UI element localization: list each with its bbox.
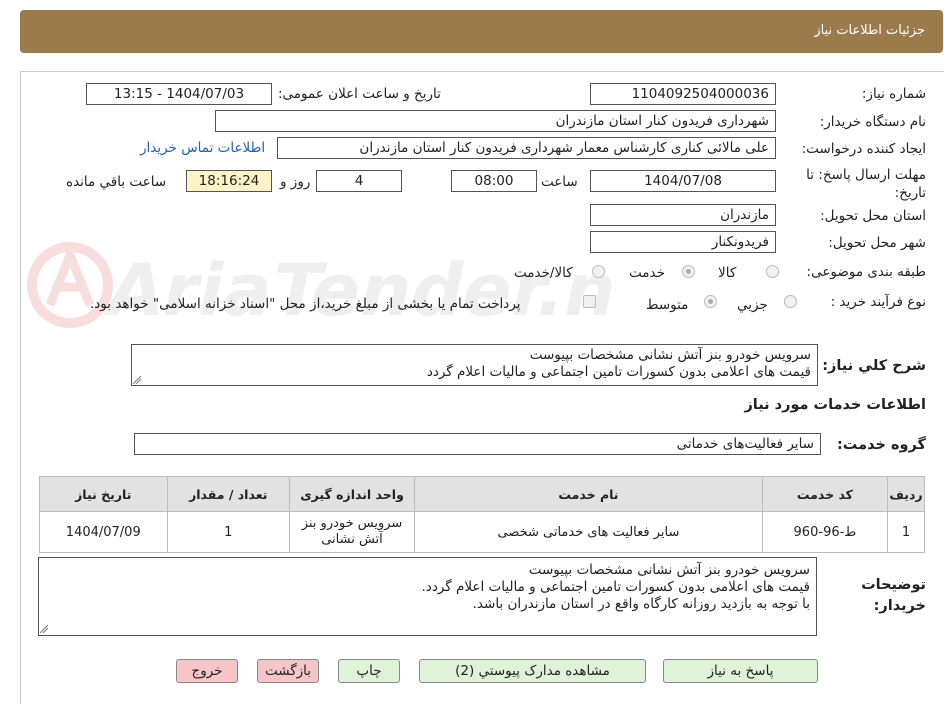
- service-group-field: سایر فعالیت‌های خدماتی: [134, 433, 821, 455]
- buyer-notes-line-3: با توجه به بازدید روزانه کارگاه واقع در …: [472, 596, 810, 612]
- col-qty: تعداد / مقدار: [166, 476, 290, 512]
- service-group-label: گروه خدمت:: [836, 437, 926, 453]
- city-label: شهر محل تحویل:: [828, 235, 926, 251]
- announce-date-label: تاریخ و ساعت اعلان عمومی:: [278, 86, 441, 102]
- deadline-time-field: 08:00: [451, 170, 537, 192]
- buyer-notes-line-1: سرویس خودرو بنز آتش نشانی مشخصات بپیوست: [528, 562, 810, 578]
- province-label: استان محل تحویل:: [820, 208, 926, 224]
- description-label: شرح کلي نياز:: [822, 358, 926, 374]
- table-row: 1 ط-96-960 سایر فعالیت های خدماتی شخصی س…: [39, 511, 925, 553]
- deadline-time-label: ساعت: [541, 174, 578, 190]
- category-radio-goods[interactable]: [766, 265, 779, 278]
- need-number-field: 1104092504000036: [590, 83, 776, 105]
- buyer-org-field: شهرداری فریدون کنار استان مازندران: [215, 110, 776, 132]
- buyer-org-label: نام دستگاه خریدار:: [819, 114, 926, 130]
- services-table: ردیف کد خدمت نام خدمت واحد اندازه گیری ت…: [39, 476, 925, 553]
- cell-date: 1404/07/09: [39, 511, 168, 553]
- process-radio-medium[interactable]: [704, 295, 717, 308]
- watermark-logo: AriaTender.neT: [27, 242, 615, 333]
- buyer-contact-link[interactable]: اطلاعات تماس خریدار: [140, 140, 265, 156]
- col-code: کد خدمت: [761, 476, 889, 512]
- exit-button[interactable]: خروج: [176, 659, 238, 683]
- col-row: ردیف: [887, 476, 925, 512]
- process-option-medium: متوسط: [646, 297, 689, 313]
- province-field: مازندران: [590, 204, 776, 226]
- category-option-goods-service: کالا/خدمت: [514, 265, 573, 281]
- cell-code: ط-96-960: [761, 511, 889, 553]
- days-remaining-field: 4: [316, 170, 402, 192]
- need-number-label: شماره نیاز:: [861, 86, 926, 102]
- category-option-goods: کالا: [718, 265, 737, 281]
- deadline-label: مهلت ارسال پاسخ: تا تاریخ:: [806, 167, 926, 201]
- table-header-row: ردیف کد خدمت نام خدمت واحد اندازه گیری ت…: [39, 476, 925, 512]
- page-title: جزئیات اطلاعات نیاز: [814, 23, 925, 38]
- category-option-service: خدمت: [629, 265, 665, 281]
- description-line-1: سرویس خودرو بنز آتش نشانی مشخصات بپیوست: [529, 347, 811, 363]
- days-label: روز و: [280, 174, 311, 190]
- treasury-payment-note: پرداخت تمام یا بخشی از مبلغ خرید،از محل …: [90, 296, 521, 312]
- process-radio-minor[interactable]: [784, 295, 797, 308]
- cell-name: سایر فعالیت های خدماتی شخصی: [414, 511, 763, 553]
- category-label: طبقه بندی موضوعی:: [806, 264, 926, 280]
- requester-field: علی مالائی کناری کارشناس معمار شهرداری ف…: [277, 137, 776, 159]
- page-header: جزئیات اطلاعات نیاز: [20, 10, 943, 53]
- services-section-title: اطلاعات خدمات مورد نیاز: [744, 397, 926, 413]
- cell-row: 1: [887, 511, 925, 553]
- description-line-2: قیمت های اعلامی بدون کسورات تامین اجتماع…: [426, 364, 811, 380]
- col-date: تاریخ نیاز: [39, 476, 168, 512]
- reply-button[interactable]: پاسخ به نیاز: [663, 659, 818, 683]
- buyer-notes-line-2: قیمت های اعلامی بدون کسورات تامین اجتماع…: [421, 579, 810, 595]
- treasury-payment-checkbox[interactable]: [583, 295, 596, 308]
- notes-resize-grip-icon[interactable]: [40, 625, 48, 633]
- city-field: فریدونکنار: [590, 231, 776, 253]
- deadline-date-field: 1404/07/08: [590, 170, 776, 192]
- print-button[interactable]: چاپ: [338, 659, 400, 683]
- resize-grip-icon[interactable]: [133, 376, 141, 384]
- description-textarea[interactable]: سرویس خودرو بنز آتش نشانی مشخصات بپیوست …: [131, 344, 818, 386]
- buyer-notes-label: توضیحات خریدار:: [861, 577, 926, 614]
- process-option-minor: جزيي: [737, 297, 768, 313]
- cell-qty: 1: [166, 511, 290, 553]
- svg-text:AriaTender.neT: AriaTender.neT: [99, 249, 615, 333]
- buyer-notes-textarea[interactable]: سرویس خودرو بنز آتش نشانی مشخصات بپیوست …: [38, 557, 817, 636]
- requester-label: ایجاد کننده درخواست:: [801, 141, 926, 157]
- category-radio-goods-service[interactable]: [592, 265, 605, 278]
- back-button[interactable]: بازگشت: [257, 659, 319, 683]
- category-radio-service[interactable]: [682, 265, 695, 278]
- remaining-time-label: ساعت باقي مانده: [66, 174, 167, 190]
- process-label: نوع فرآیند خرید :: [830, 294, 926, 310]
- col-unit: واحد اندازه گیری: [288, 476, 416, 512]
- announce-date-field: 1404/07/03 - 13:15: [86, 83, 272, 105]
- attachments-button[interactable]: مشاهده مدارک پیوستي (2): [419, 659, 646, 683]
- cell-unit: سرویس خودرو بنز آتش نشانی: [288, 511, 416, 553]
- col-name: نام خدمت: [414, 476, 763, 512]
- remaining-time-field: 18:16:24: [186, 170, 272, 192]
